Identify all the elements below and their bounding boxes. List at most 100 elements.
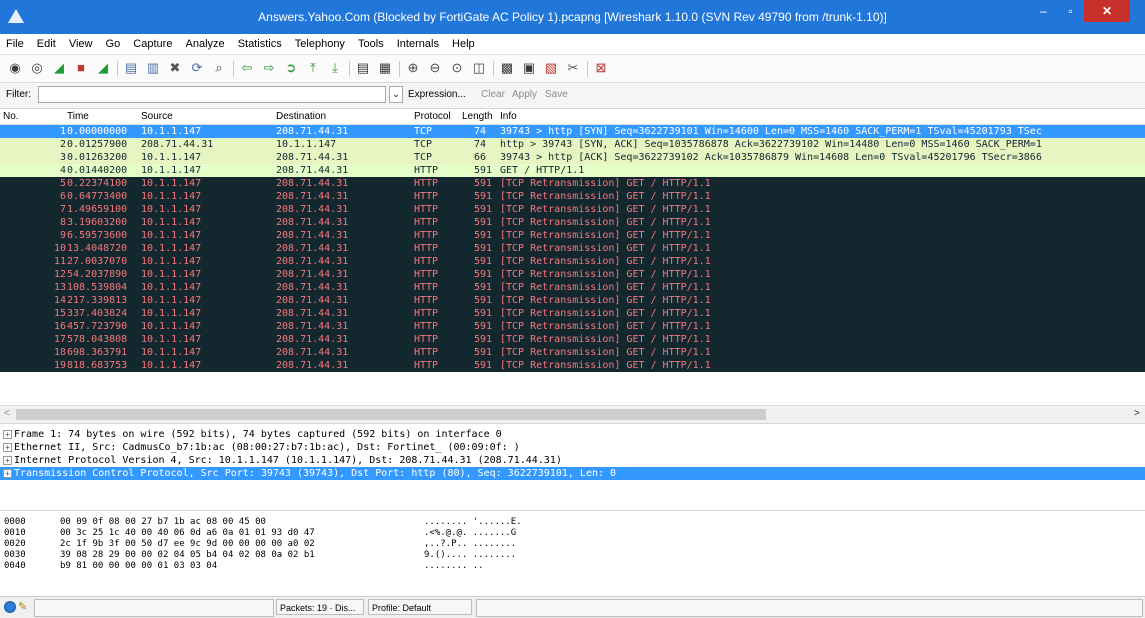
menu-edit[interactable]: Edit	[32, 34, 61, 51]
filter-dropdown-icon[interactable]: ⌄	[389, 86, 403, 103]
go-first-icon[interactable]: ⤒	[304, 59, 322, 77]
resize-columns-icon[interactable]: ◫	[470, 59, 488, 77]
coloring-rules-icon[interactable]: ▧	[542, 59, 560, 77]
detail-tree-row[interactable]: + Transmission Control Protocol, Src Port…	[0, 467, 1145, 480]
save-filter-button[interactable]: Save	[545, 89, 568, 100]
packet-row[interactable]: 11 27.0037070 10.1.1.147 208.71.44.31 HTTP 59…	[0, 255, 1145, 268]
start-capture-icon[interactable]: ◢	[50, 59, 68, 77]
packet-cell-src: 10.1.1.147	[141, 282, 202, 293]
go-to-packet-icon[interactable]: ➲	[282, 59, 300, 77]
menu-file[interactable]: File	[0, 34, 29, 51]
horizontal-scrollbar[interactable]: < >	[0, 405, 1145, 423]
menu-go[interactable]: Go	[101, 34, 126, 51]
packet-row[interactable]: 8 3.19603200 10.1.1.147 208.71.44.31 HTTP 591…	[0, 216, 1145, 229]
open-file-icon[interactable]: ▤	[122, 59, 140, 77]
zoom-in-icon[interactable]: ⊕	[404, 59, 422, 77]
hex-dump-offset: 0030	[4, 550, 26, 560]
expression-button[interactable]: Expression...	[408, 89, 466, 100]
go-back-icon[interactable]: ⇦	[238, 59, 256, 77]
capture-filters-icon[interactable]: ▩	[498, 59, 516, 77]
menu-internals[interactable]: Internals	[392, 34, 444, 51]
expand-icon[interactable]: +	[3, 456, 12, 465]
autoscroll-icon[interactable]: ▦	[376, 59, 394, 77]
packet-row[interactable]: 3 0.01263200 10.1.1.147 208.71.44.31 TCP 66 39…	[0, 151, 1145, 164]
menu-tools[interactable]: Tools	[353, 34, 389, 51]
column-header-info[interactable]: Info	[500, 111, 517, 122]
column-header-protocol[interactable]: Protocol	[414, 111, 451, 122]
menu-statistics[interactable]: Statistics	[233, 34, 287, 51]
maximize-button[interactable]: ▫	[1057, 0, 1084, 22]
preferences-icon[interactable]: ✂	[564, 59, 582, 77]
expand-icon[interactable]: +	[3, 469, 12, 478]
menu-help[interactable]: Help	[447, 34, 480, 51]
packet-row[interactable]: 2 0.01257900 208.71.44.31 10.1.1.147 TCP 74 ht…	[0, 138, 1145, 151]
expand-icon[interactable]: +	[3, 443, 12, 452]
stop-capture-icon[interactable]: ■	[72, 59, 90, 77]
packet-row[interactable]: 10 13.4048720 10.1.1.147 208.71.44.31 HTTP 59…	[0, 242, 1145, 255]
column-header-source[interactable]: Source	[141, 111, 173, 122]
close-window-button[interactable]: ✕	[1084, 0, 1130, 22]
packet-row[interactable]: 17 578.043808 10.1.1.147 208.71.44.31 HTTP 59…	[0, 333, 1145, 346]
menu-telephony[interactable]: Telephony	[290, 34, 350, 51]
save-file-icon[interactable]: ▥	[144, 59, 162, 77]
menu-view[interactable]: View	[64, 34, 98, 51]
packet-row[interactable]: 9 6.59573600 10.1.1.147 208.71.44.31 HTTP 591…	[0, 229, 1145, 242]
packet-row[interactable]: 6 0.64773400 10.1.1.147 208.71.44.31 HTTP 591…	[0, 190, 1145, 203]
packet-row[interactable]: 7 1.49659100 10.1.1.147 208.71.44.31 HTTP 591…	[0, 203, 1145, 216]
packet-row[interactable]: 18 698.363791 10.1.1.147 208.71.44.31 HTTP 59…	[0, 346, 1145, 359]
packet-cell-len: 591	[474, 282, 493, 293]
expand-icon[interactable]: +	[3, 430, 12, 439]
column-header-destination[interactable]: Destination	[276, 111, 326, 122]
go-last-icon[interactable]: ⤓	[326, 59, 344, 77]
help-icon[interactable]: ⊠	[592, 59, 610, 77]
packet-cell-len: 591	[474, 204, 493, 215]
packet-cell-info: [TCP Retransmission] GET / HTTP/1.1	[500, 269, 711, 280]
scroll-right-icon[interactable]: >	[1134, 408, 1140, 419]
packet-row[interactable]: 1 0.00000000 10.1.1.147 208.71.44.31 TCP 74 39…	[0, 125, 1145, 138]
packet-cell-src: 10.1.1.147	[141, 295, 202, 306]
scrollbar-thumb[interactable]	[16, 409, 766, 420]
zoom-normal-icon[interactable]: ⊙	[448, 59, 466, 77]
packet-cell-len: 591	[474, 191, 493, 202]
packet-cell-dst: 208.71.44.31	[276, 347, 349, 358]
reload-icon[interactable]: ⟳	[188, 59, 206, 77]
capture-comment-icon[interactable]: ✎	[18, 600, 27, 613]
display-filters-icon[interactable]: ▣	[520, 59, 538, 77]
restart-capture-icon[interactable]: ◢	[94, 59, 112, 77]
clear-filter-button[interactable]: Clear	[481, 89, 505, 100]
profile-status[interactable]: Profile: Default	[368, 599, 472, 615]
zoom-out-icon[interactable]: ⊖	[426, 59, 444, 77]
detail-tree-row[interactable]: + Frame 1: 74 bytes on wire (592 bits), 7…	[0, 428, 1145, 441]
detail-tree-row[interactable]: + Internet Protocol Version 4, Src: 10.1.…	[0, 454, 1145, 467]
column-header-no[interactable]: No.	[3, 111, 19, 122]
packet-row[interactable]: 14 217.339813 10.1.1.147 208.71.44.31 HTTP 59…	[0, 294, 1145, 307]
packet-row[interactable]: 15 337.403824 10.1.1.147 208.71.44.31 HTTP 59…	[0, 307, 1145, 320]
packet-row[interactable]: 16 457.723790 10.1.1.147 208.71.44.31 HTTP 59…	[0, 320, 1145, 333]
display-filter-input[interactable]	[38, 86, 386, 103]
scroll-left-icon[interactable]: <	[4, 408, 10, 419]
packet-row[interactable]: 13 108.539804 10.1.1.147 208.71.44.31 HTTP 59…	[0, 281, 1145, 294]
detail-tree-row[interactable]: + Ethernet II, Src: CadmusCo_b7:1b:ac (08…	[0, 441, 1145, 454]
options-icon[interactable]: ◎	[28, 59, 46, 77]
menu-analyze[interactable]: Analyze	[181, 34, 230, 51]
minimize-button[interactable]: ‒	[1030, 0, 1057, 22]
packet-row[interactable]: 19 818.683753 10.1.1.147 208.71.44.31 HTTP 59…	[0, 359, 1145, 372]
packet-row[interactable]: 5 0.22374100 10.1.1.147 208.71.44.31 HTTP 591…	[0, 177, 1145, 190]
colorize-icon[interactable]: ▤	[354, 59, 372, 77]
column-header-length[interactable]: Length	[462, 111, 493, 122]
apply-filter-button[interactable]: Apply	[512, 89, 537, 100]
packet-cell-time: 0.01257900	[67, 139, 128, 150]
close-file-icon[interactable]: ✖	[166, 59, 184, 77]
packet-row[interactable]: 4 0.01440200 10.1.1.147 208.71.44.31 HTTP 591…	[0, 164, 1145, 177]
interfaces-icon[interactable]: ◉	[6, 59, 24, 77]
packet-row[interactable]: 12 54.2037890 10.1.1.147 208.71.44.31 HTTP 59…	[0, 268, 1145, 281]
expert-info-icon[interactable]	[4, 601, 16, 613]
go-forward-icon[interactable]: ⇨	[260, 59, 278, 77]
packet-cell-no: 9	[59, 230, 66, 241]
hex-dump-ascii: ,..?.P.. ........	[424, 539, 517, 549]
column-header-time[interactable]: Time	[67, 111, 89, 122]
packet-cell-info: http > 39743 [SYN, ACK] Seq=1035786878 A…	[500, 139, 1042, 150]
menu-capture[interactable]: Capture	[128, 34, 177, 51]
packet-cell-src: 10.1.1.147	[141, 347, 202, 358]
find-packet-icon[interactable]: ⌕	[210, 59, 228, 77]
